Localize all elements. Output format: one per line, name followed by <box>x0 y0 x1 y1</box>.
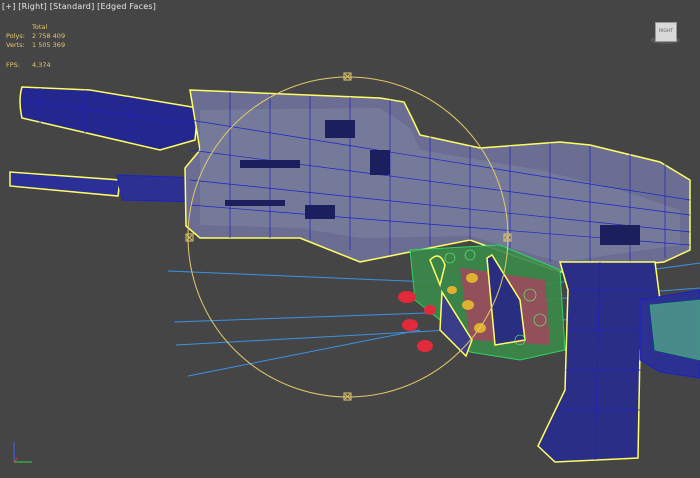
stats-fps-label: FPS: <box>6 61 20 69</box>
viewcube-icon[interactable]: RIGHT <box>655 22 677 42</box>
viewport-right[interactable]: [+] [Right] [Standard] [Edged Faces] Tot… <box>0 0 700 478</box>
stats-fps: FPS: 4,374 <box>6 61 51 70</box>
stats-header: Total <box>32 23 48 31</box>
stats-verts-label: Verts: <box>6 41 25 49</box>
gun-barrel-upper[interactable] <box>19 86 199 151</box>
stats-verts: Verts: 1 505 369 <box>6 41 65 50</box>
stats-polys: Polys: 2 758 409 <box>6 32 65 41</box>
gun-receiver[interactable] <box>184 89 691 273</box>
stats-verts-value: 1 505 369 <box>32 41 66 49</box>
stats-polys-label: Polys: <box>6 32 25 40</box>
viewport-menu-edged-faces[interactable]: [Edged Faces] <box>97 2 156 11</box>
stats-polys-value: 2 758 409 <box>32 32 66 40</box>
stats-fps-value: 4,374 <box>32 61 51 69</box>
viewport-label: [+] [Right] [Standard] [Edged Faces] <box>2 2 156 11</box>
viewport-menu-shading-standard[interactable]: [Standard] <box>50 2 95 11</box>
hand-model[interactable] <box>398 244 566 361</box>
axis-tripod-icon <box>13 442 32 463</box>
scene-geometry[interactable] <box>0 0 700 478</box>
viewport-menu-plus[interactable]: [+] <box>2 2 16 11</box>
gun-rear-handle[interactable] <box>639 289 700 379</box>
gun-barrel-lower[interactable] <box>9 171 203 203</box>
viewport-menu-view[interactable]: [Right] <box>18 2 47 11</box>
